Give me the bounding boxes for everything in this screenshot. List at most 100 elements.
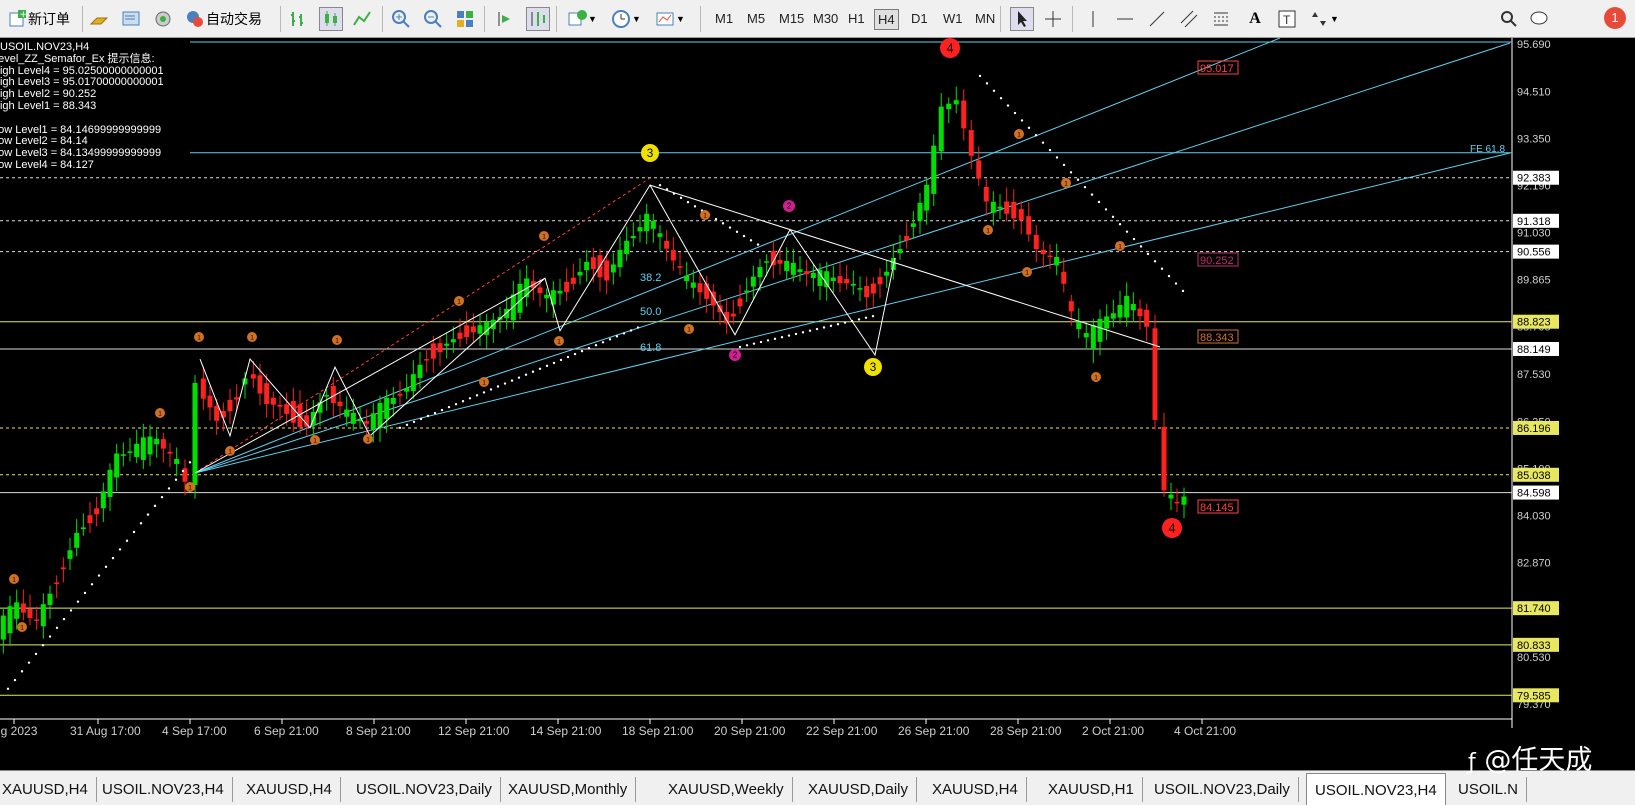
fe-label: FE 61.8 xyxy=(1470,144,1505,155)
horizontal-line-button[interactable] xyxy=(1114,5,1136,33)
sar-dot xyxy=(461,400,465,403)
text-tool-button[interactable]: A xyxy=(1244,5,1266,33)
timeframe-w1[interactable]: W1 xyxy=(940,9,966,28)
bar-chart-button[interactable] xyxy=(287,5,309,33)
candle-body xyxy=(624,240,630,255)
sar-dot xyxy=(766,339,770,342)
indicators-button[interactable]: ▼ xyxy=(566,5,597,33)
trendline-button[interactable] xyxy=(1146,5,1168,33)
chart-tab[interactable]: XAUUSD,H1 xyxy=(1040,777,1143,802)
new-order-button[interactable]: + 新订单 xyxy=(6,5,70,33)
time-axis-label: 14 Sep 21:00 xyxy=(530,724,602,738)
gold-button[interactable] xyxy=(88,5,110,33)
candle-body xyxy=(100,491,106,509)
sar-dot xyxy=(752,342,756,345)
candle-body xyxy=(1124,295,1130,318)
price-chart[interactable]: FE 61.8 38.2 50.0 61.8 95.017 90.252 88.343 84.… xyxy=(0,37,1635,770)
sar-dot xyxy=(440,408,444,412)
timeframe-mn[interactable]: MN xyxy=(972,9,998,28)
new-order-icon: + xyxy=(6,8,28,30)
chat-button[interactable] xyxy=(1528,5,1550,33)
sar-dot xyxy=(475,394,479,397)
candle-body xyxy=(377,402,383,429)
semafor-level1-text: 1 xyxy=(158,410,162,417)
arrows-button[interactable]: ▼ xyxy=(1308,5,1339,33)
semafor-level1-text: 1 xyxy=(703,212,707,219)
candle-body xyxy=(67,550,73,559)
candle-body xyxy=(650,220,656,229)
auto-trade-button[interactable]: 自动交易 xyxy=(184,5,262,33)
main-toolbar: + 新订单 自动交易 ▼ ▼ ▼ A T ▼ 1 M1 M5 M15 M30 H1 H4 D… xyxy=(0,0,1635,38)
zoom-in-button[interactable] xyxy=(390,5,412,33)
timeframe-m5[interactable]: M5 xyxy=(744,9,768,28)
line-chart-button[interactable] xyxy=(351,5,373,33)
sar-dot xyxy=(721,222,725,225)
price-marker-label: 79.585 xyxy=(1517,690,1551,702)
chart-shift-button[interactable] xyxy=(526,5,550,33)
candle-body xyxy=(537,287,543,294)
terminal-button[interactable] xyxy=(120,5,142,33)
crosshair-icon xyxy=(1042,8,1064,30)
candle-body xyxy=(1174,501,1180,504)
chart-tab[interactable]: XAUUSD,H4 xyxy=(924,777,1027,802)
chart-window[interactable]: FE 61.8 38.2 50.0 61.8 95.017 90.252 88.343 84.… xyxy=(0,37,1635,770)
text-label-button[interactable]: T xyxy=(1276,5,1298,33)
channel-button[interactable] xyxy=(1178,5,1200,33)
candle-body xyxy=(737,298,743,307)
auto-scroll-button[interactable] xyxy=(494,5,516,33)
semafor-level2-text: 2 xyxy=(733,351,737,360)
fibonacci-button[interactable] xyxy=(1210,5,1232,33)
timeframe-m15[interactable]: M15 xyxy=(776,9,807,28)
semafor-level1-text: 1 xyxy=(197,334,201,341)
chart-tab[interactable]: USOIL.NOV23,Daily xyxy=(348,777,501,802)
periods-button[interactable]: ▼ xyxy=(610,5,641,33)
search-button[interactable] xyxy=(1498,5,1520,33)
candle-body xyxy=(910,223,916,227)
sar-dot xyxy=(738,345,742,349)
chart-tab[interactable]: XAUUSD,H4 xyxy=(238,777,341,802)
timeframe-m1[interactable]: M1 xyxy=(712,9,736,28)
crosshair-tool-button[interactable] xyxy=(1042,5,1064,33)
tile-windows-button[interactable] xyxy=(454,5,476,33)
timeframe-m30[interactable]: M30 xyxy=(810,9,841,28)
signals-button[interactable] xyxy=(152,5,174,33)
chart-tab[interactable]: XAUUSD,Daily xyxy=(800,777,918,802)
indicator-levels: High Level4 = 95.02500000000001 High Leve… xyxy=(0,65,164,172)
chart-tab[interactable]: USOIL.NOV23,Daily xyxy=(1146,777,1299,802)
sar-dot xyxy=(90,583,94,586)
cursor-tool-button[interactable] xyxy=(1010,5,1034,33)
candle-body xyxy=(797,269,803,272)
chart-tab[interactable]: XAUUSD,H4 xyxy=(0,777,97,802)
chart-tab[interactable]: USOIL.NOV23,H4 xyxy=(94,777,233,802)
candle-body xyxy=(684,275,690,282)
trendline xyxy=(194,37,1281,474)
chart-tab[interactable]: XAUUSD,Weekly xyxy=(660,777,793,802)
candle-body xyxy=(174,458,180,464)
chart-tab[interactable]: USOIL.N xyxy=(1450,777,1528,802)
notification-badge[interactable]: 1 xyxy=(1604,7,1626,29)
sar-dot xyxy=(566,355,570,359)
candle-body xyxy=(990,201,996,213)
sar-dot xyxy=(978,74,982,78)
sar-dot xyxy=(1118,223,1122,226)
sar-dot xyxy=(850,319,854,323)
indicator-level-line xyxy=(0,113,164,125)
timeframe-h1[interactable]: H1 xyxy=(845,9,868,28)
templates-button[interactable]: ▼ xyxy=(654,5,685,33)
chart-tab[interactable]: USOIL.NOV23,H4 xyxy=(1306,773,1446,805)
trendline xyxy=(194,42,1511,474)
chart-tab[interactable]: XAUUSD,Monthly xyxy=(500,777,637,802)
sar-dot xyxy=(735,230,739,234)
timeframe-h4[interactable]: H4 xyxy=(874,9,899,30)
candle-body xyxy=(200,378,206,399)
price-tick-label: 95.690 xyxy=(1517,39,1551,51)
candle-body xyxy=(1130,303,1136,311)
zoom-out-button[interactable] xyxy=(422,5,444,33)
sar-dot xyxy=(745,344,749,347)
sar-dot xyxy=(13,678,17,682)
template-icon xyxy=(654,8,676,30)
vertical-line-button[interactable] xyxy=(1082,5,1104,33)
sar-dot xyxy=(1125,230,1129,233)
timeframe-d1[interactable]: D1 xyxy=(908,9,931,28)
candlestick-button[interactable] xyxy=(319,5,343,33)
